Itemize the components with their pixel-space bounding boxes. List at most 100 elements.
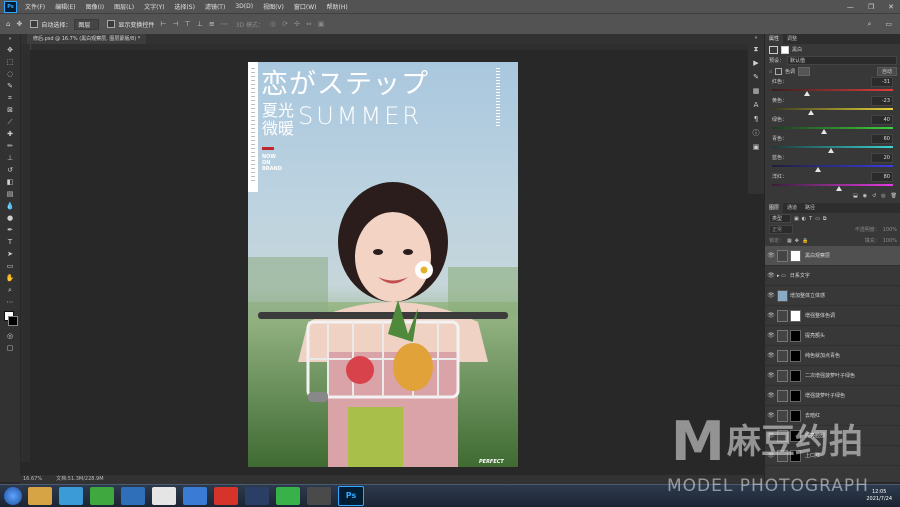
eyedropper-tool-icon[interactable]: ⟋ [0,116,20,128]
menu-window[interactable]: 窗口(W) [294,2,317,11]
menu-filter[interactable]: 滤镜(T) [205,2,225,11]
opacity-value[interactable]: 100% [883,227,897,233]
transform-controls-option[interactable]: 显示变换控件 [107,20,154,29]
align-center-icon[interactable]: ⊣ [172,20,178,28]
lock-position-icon[interactable]: ✥ [795,238,799,244]
layer-row[interactable]: 👁 增强整体色调 [765,306,900,326]
swatches-panel-icon[interactable]: ▦ [748,84,764,98]
slider-value-field[interactable]: -31 [871,77,893,87]
background-color-swatch[interactable] [8,316,18,326]
distribute-icon[interactable]: ≡ [209,20,215,28]
slider-track[interactable] [772,108,893,110]
filter-type-icon[interactable]: T [809,216,812,222]
layer-row[interactable]: 👁 黑白观察层 [765,246,900,266]
menu-help[interactable]: 帮助(H) [327,2,348,11]
media-player-icon[interactable] [121,487,145,505]
more-tools-icon[interactable]: ⋯ [0,296,20,308]
app-icon[interactable] [152,487,176,505]
auto-select-dropdown[interactable]: 图层 [74,18,100,30]
app-icon[interactable] [90,487,114,505]
layer-visibility-eye-icon[interactable]: 👁 [765,252,777,259]
document-image[interactable]: 恋がステップ 夏光 微暖 SUMMER NOW ON BRAND PERFECT [248,62,518,467]
transform-checkbox[interactable] [107,20,116,28]
menu-edit[interactable]: 编辑(E) [55,2,75,11]
layer-mask-thumbnail[interactable] [790,309,801,322]
tab-layers[interactable]: 图层 [765,203,784,213]
file-explorer-icon[interactable] [28,487,52,505]
filter-smart-icon[interactable]: ⧉ [823,216,827,222]
layer-row[interactable]: 👁 纯色就加点青色 [765,346,900,366]
photoshop-logo-icon[interactable]: Ps [4,0,17,13]
hand-tool-icon[interactable]: ✋ [0,272,20,284]
document-tab[interactable]: 修后.psd @ 16.7% (黑白观察层, 图层蒙版/8) * [27,34,147,44]
start-button[interactable] [4,487,22,505]
tab-properties[interactable]: 属性 [765,34,784,44]
camera-3d-icon[interactable]: ▣ [318,20,325,28]
tint-checkbox[interactable] [775,68,783,75]
lasso-tool-icon[interactable]: ◌ [0,68,20,80]
layer-visibility-eye-icon[interactable]: 👁 [765,332,777,339]
shape-tool-icon[interactable]: ▭ [0,260,20,272]
tab-adjustments[interactable]: 调整 [783,34,801,44]
navigator-panel-icon[interactable]: ▣ [748,140,764,154]
layer-name[interactable]: 提亮额头 [805,332,825,339]
layer-row[interactable]: 👁 增强菠萝叶子绿色 [765,386,900,406]
auto-button[interactable]: 自动 [876,67,897,76]
wechat-icon[interactable] [276,487,300,505]
type-tool-icon[interactable]: T [0,236,20,248]
close-button[interactable]: ✕ [888,3,894,11]
slide-3d-icon[interactable]: ⇔ [306,20,312,28]
menu-image[interactable]: 图像(I) [86,2,104,11]
slider-value-field[interactable]: 60 [871,134,893,144]
preset-dropdown[interactable]: 默认值 [787,56,897,65]
minimize-button[interactable]: — [847,3,854,11]
healing-tool-icon[interactable]: ✚ [0,128,20,140]
mask-icon[interactable] [781,45,789,54]
move-tool-icon[interactable]: ✥ [16,20,22,28]
orbit-3d-icon[interactable]: ◎ [270,20,276,28]
pen-tool-icon[interactable]: ✒ [0,224,20,236]
path-select-tool-icon[interactable]: ➤ [0,248,20,260]
pan-3d-icon[interactable]: ✣ [294,20,300,28]
app-icon[interactable] [245,487,269,505]
slider-track[interactable] [772,184,893,186]
gradient-tool-icon[interactable]: ▤ [0,188,20,200]
color-swatches[interactable] [0,308,20,330]
layer-name[interactable]: 增强整体色调 [805,312,835,319]
actions-panel-icon[interactable]: ▶ [748,56,764,70]
app-icon[interactable] [59,487,83,505]
delete-icon[interactable]: 🗑 [891,193,897,199]
fill-value[interactable]: 100% [883,238,897,244]
music-app-icon[interactable] [214,487,238,505]
history-brush-icon[interactable]: ↺ [0,164,20,176]
layer-mask-thumbnail[interactable] [790,349,801,362]
menu-layer[interactable]: 图层(L) [114,2,134,11]
layer-mask-thumbnail[interactable] [790,329,801,342]
layer-visibility-eye-icon[interactable]: 👁 [765,352,777,359]
screen-mode-icon[interactable]: ▢ [0,342,20,354]
lock-all-icon[interactable]: 🔒 [802,238,808,244]
zoom-tool-icon[interactable]: ⌕ [0,284,20,296]
lock-pixels-icon[interactable]: ▦ [787,238,792,244]
clip-to-layer-icon[interactable]: ⬓ [853,193,858,199]
tab-channels[interactable]: 通道 [783,203,801,213]
layer-name[interactable]: 黑白观察层 [805,252,830,259]
layer-name[interactable]: 增强菠萝叶子绿色 [805,392,845,399]
layer-name[interactable]: 纯色就加点青色 [805,352,840,359]
adjustment-layer-icon[interactable] [777,249,788,262]
zoom-level[interactable]: 16.67% [23,475,42,484]
slider-value-field[interactable]: 40 [871,115,893,125]
slider-value-field[interactable]: 20 [871,153,893,163]
adjustment-layer-icon[interactable] [777,329,788,342]
menu-select[interactable]: 选择(S) [174,2,195,11]
brush-tool-icon[interactable]: ✏ [0,140,20,152]
layer-kind-dropdown[interactable]: 类型 [769,214,792,223]
slider-knob[interactable] [835,186,842,191]
dodge-tool-icon[interactable]: ● [0,212,20,224]
layer-thumbnail[interactable] [777,289,788,302]
layer-mask-thumbnail[interactable] [790,369,801,382]
adjustment-layer-icon[interactable] [777,349,788,362]
adjustment-layer-icon[interactable] [777,309,788,322]
slider-value-field[interactable]: 80 [871,172,893,182]
layer-name[interactable]: 增加整体立体感 [790,292,825,299]
